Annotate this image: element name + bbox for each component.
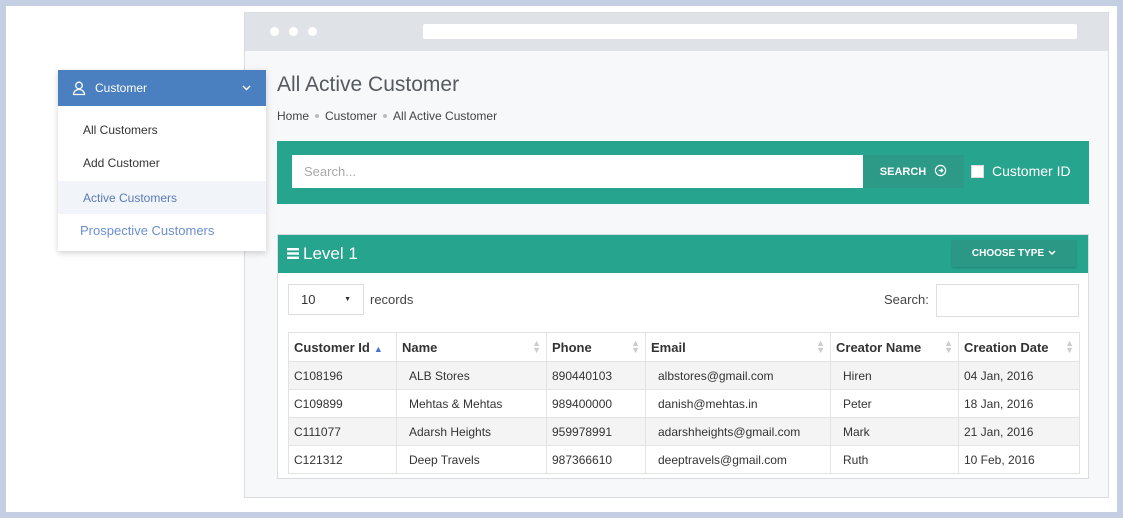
- browser-titlebar: [245, 13, 1108, 51]
- breadcrumb-separator: [383, 113, 388, 118]
- menu-item-add-customer[interactable]: Add Customer: [58, 146, 266, 179]
- level-panel: Level 1 CHOOSE TYPE 10 ▼ records Search:…: [277, 234, 1089, 479]
- cell-creator-name: Hiren: [830, 361, 959, 390]
- search-button[interactable]: SEARCH: [863, 155, 964, 188]
- choose-type-label: CHOOSE TYPE: [971, 248, 1045, 259]
- table-search-label: Search:: [884, 292, 929, 307]
- cell-creation-date: 21 Jan, 2016: [958, 417, 1080, 446]
- page-length-value: 10: [301, 292, 316, 307]
- cell-creation-date: 10 Feb, 2016: [958, 445, 1080, 474]
- column-header-phone[interactable]: Phone ▲ ▼: [546, 332, 646, 362]
- cell-name: Deep Travels: [396, 445, 547, 474]
- cell-creator-name: Ruth: [830, 445, 959, 474]
- menu-item-active-customers[interactable]: Active Customers: [58, 181, 266, 214]
- cell-phone: 989400000: [546, 389, 646, 418]
- search-button-label: SEARCH: [879, 165, 927, 178]
- column-header-creator-name[interactable]: Creator Name ▲ ▼: [830, 332, 959, 362]
- menu-item-all-customers[interactable]: All Customers: [58, 113, 266, 146]
- breadcrumb: Home Customer All Active Customer: [277, 109, 497, 123]
- breadcrumb-customer[interactable]: Customer: [325, 109, 377, 123]
- customer-menu-title: Customer: [95, 81, 148, 95]
- cell-phone: 890440103: [546, 361, 646, 390]
- sort-asc-icon: ▲: [373, 343, 383, 354]
- list-icon: [287, 244, 299, 264]
- cell-customer-id: C111077: [288, 417, 397, 446]
- customer-id-checkbox[interactable]: [971, 164, 984, 178]
- records-label: records: [370, 292, 414, 307]
- cell-email: albstores@gmail.com: [645, 361, 831, 390]
- window-dot: [270, 27, 279, 36]
- address-bar[interactable]: [423, 24, 1077, 39]
- caret-down-icon: ▼: [344, 296, 351, 303]
- breadcrumb-home[interactable]: Home: [277, 109, 309, 123]
- customer-table: Customer Id ▲ Name ▲ ▼ Phone ▲ ▼ Email ▲ ▼ Crea…: [288, 332, 1080, 474]
- cell-creation-date: 18 Jan, 2016: [958, 389, 1080, 418]
- cell-name: Mehtas & Mehtas: [396, 389, 547, 418]
- sort-icon: ▲ ▼: [944, 338, 953, 355]
- cell-customer-id: C121312: [288, 445, 397, 474]
- window-dot: [289, 27, 298, 36]
- customer-id-toggle[interactable]: Customer ID: [971, 163, 1071, 179]
- table-row[interactable]: C121312 Deep Travels 987366610 deeptrave…: [288, 445, 1080, 474]
- sort-icon: ▲ ▼: [1065, 338, 1074, 355]
- cell-email: deeptravels@gmail.com: [645, 445, 831, 474]
- cell-phone: 987366610: [546, 445, 646, 474]
- sort-icon: ▲ ▼: [631, 338, 640, 355]
- column-header-creation-date[interactable]: Creation Date ▲ ▼: [958, 332, 1080, 362]
- cell-name: ALB Stores: [396, 361, 547, 390]
- search-bar: SEARCH Customer ID: [277, 141, 1089, 204]
- panel-title-text: Level 1: [303, 244, 358, 263]
- window-dot: [308, 27, 317, 36]
- page-title: All Active Customer: [277, 73, 460, 96]
- column-header-customer-id[interactable]: Customer Id ▲: [288, 332, 397, 362]
- column-header-email[interactable]: Email ▲ ▼: [645, 332, 831, 362]
- arrow-circle-icon: [934, 164, 947, 180]
- cell-creator-name: Peter: [830, 389, 959, 418]
- choose-type-button[interactable]: CHOOSE TYPE: [952, 240, 1076, 267]
- chevron-down-icon: [1048, 248, 1056, 259]
- customer-menu-header[interactable]: Customer: [58, 70, 266, 106]
- user-icon: [71, 80, 87, 96]
- breadcrumb-current: All Active Customer: [393, 109, 498, 123]
- chevron-down-icon: [242, 83, 251, 94]
- table-search-input[interactable]: [936, 284, 1079, 317]
- table-header-row: Customer Id ▲ Name ▲ ▼ Phone ▲ ▼ Email ▲ ▼ Crea…: [288, 332, 1080, 362]
- cell-name: Adarsh Heights: [396, 417, 547, 446]
- search-input[interactable]: [292, 155, 863, 188]
- breadcrumb-separator: [315, 113, 320, 118]
- cell-creation-date: 04 Jan, 2016: [958, 361, 1080, 390]
- table-row[interactable]: C111077 Adarsh Heights 959978991 adarshh…: [288, 417, 1080, 446]
- sort-icon: ▲ ▼: [816, 338, 825, 355]
- table-row[interactable]: C109899 Mehtas & Mehtas 989400000 danish…: [288, 389, 1080, 418]
- customer-menu: Customer All Customers Add Customer Acti…: [58, 70, 266, 251]
- column-header-name[interactable]: Name ▲ ▼: [396, 332, 547, 362]
- cell-creator-name: Mark: [830, 417, 959, 446]
- cell-phone: 959978991: [546, 417, 646, 446]
- cell-email: danish@mehtas.in: [645, 389, 831, 418]
- menu-item-prospective-customers[interactable]: Prospective Customers: [58, 214, 266, 247]
- cell-customer-id: C109899: [288, 389, 397, 418]
- table-row[interactable]: C108196 ALB Stores 890440103 albstores@g…: [288, 361, 1080, 390]
- browser-window: All Active Customer Home Customer All Acti…: [244, 12, 1109, 498]
- page-length-select[interactable]: 10 ▼: [288, 284, 364, 315]
- panel-title: Level 1: [287, 244, 358, 264]
- cell-email: adarshheights@gmail.com: [645, 417, 831, 446]
- customer-id-label: Customer ID: [992, 163, 1071, 179]
- panel-header: Level 1 CHOOSE TYPE: [278, 235, 1088, 273]
- cell-customer-id: C108196: [288, 361, 397, 390]
- sort-icon: ▲ ▼: [532, 338, 541, 355]
